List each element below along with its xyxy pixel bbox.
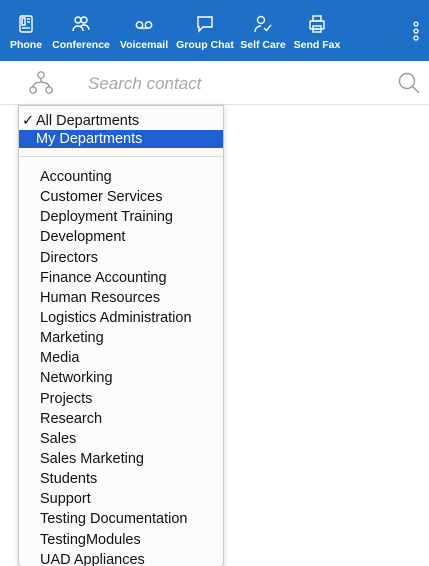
search-input[interactable] [88, 72, 368, 96]
department-item[interactable]: Deployment Training [19, 207, 223, 227]
department-item[interactable]: UAD Appliances [19, 550, 223, 566]
department-item[interactable]: Networking [19, 368, 223, 388]
option-my-departments[interactable]: My Departments [19, 130, 223, 148]
department-item[interactable]: Finance Accounting [19, 268, 223, 288]
option-label: My Departments [36, 131, 143, 147]
fax-icon [309, 15, 325, 33]
dropdown-divider [19, 156, 223, 157]
department-item[interactable]: Customer Services [19, 187, 223, 207]
department-item[interactable]: Students [19, 469, 223, 489]
department-item[interactable]: Testing Documentation [19, 509, 223, 529]
checkmark-icon: ✓ [22, 113, 35, 129]
self-care-icon [254, 15, 272, 33]
toolbar-conference-label: Conference [52, 39, 110, 51]
search-bar [0, 61, 429, 105]
toolbar-group-chat-button[interactable]: Group Chat [174, 0, 236, 61]
chat-bubble-icon [197, 16, 213, 33]
department-item[interactable]: Directors [19, 248, 223, 268]
toolbar-phone-label: Phone [9, 39, 43, 51]
option-label: All Departments [36, 113, 140, 129]
department-item[interactable]: Human Resources [19, 288, 223, 308]
toolbar-voicemail-button[interactable]: Voicemail [114, 0, 174, 61]
department-item[interactable]: Media [19, 348, 223, 368]
department-item[interactable]: Logistics Administration [19, 308, 223, 328]
toolbar-self-care-button[interactable]: Self Care [236, 0, 290, 61]
option-all-departments[interactable]: ✓ All Departments [19, 112, 223, 130]
top-toolbar: Phone Conference Voicemail Group Chat Se… [0, 0, 429, 61]
department-item[interactable]: Marketing [19, 328, 223, 348]
toolbar-voicemail-label: Voicemail [119, 39, 169, 51]
department-list: Accounting Customer Services Deployment … [19, 167, 223, 566]
toolbar-group-chat-label: Group Chat [176, 39, 234, 51]
dropdown-top-options: ✓ All Departments My Departments [19, 112, 223, 148]
department-filter-button[interactable] [28, 70, 54, 96]
toolbar-send-fax-button[interactable]: Send Fax [290, 0, 344, 61]
department-item[interactable]: TestingModules [19, 530, 223, 550]
voicemail-icon [135, 21, 153, 29]
department-dropdown: ✓ All Departments My Departments Accounti… [18, 105, 224, 566]
department-item[interactable]: Sales [19, 429, 223, 449]
department-item[interactable]: Support [19, 489, 223, 509]
toolbar-send-fax-label: Send Fax [293, 39, 341, 51]
department-item[interactable]: Research [19, 409, 223, 429]
department-item[interactable]: Sales Marketing [19, 449, 223, 469]
department-item[interactable]: Accounting [19, 167, 223, 187]
conference-icon [72, 16, 90, 32]
department-item[interactable]: Projects [19, 389, 223, 409]
toolbar-more-button[interactable] [403, 0, 429, 61]
search-button[interactable] [397, 71, 421, 95]
department-tree-icon [29, 71, 53, 94]
phone-icon [19, 15, 33, 33]
toolbar-conference-button[interactable]: Conference [48, 0, 114, 61]
search-icon [398, 72, 420, 94]
department-item[interactable]: Development [19, 227, 223, 247]
toolbar-self-care-label: Self Care [240, 39, 286, 51]
vertical-dots-icon [413, 20, 419, 41]
toolbar-phone-button[interactable]: Phone [4, 0, 48, 61]
